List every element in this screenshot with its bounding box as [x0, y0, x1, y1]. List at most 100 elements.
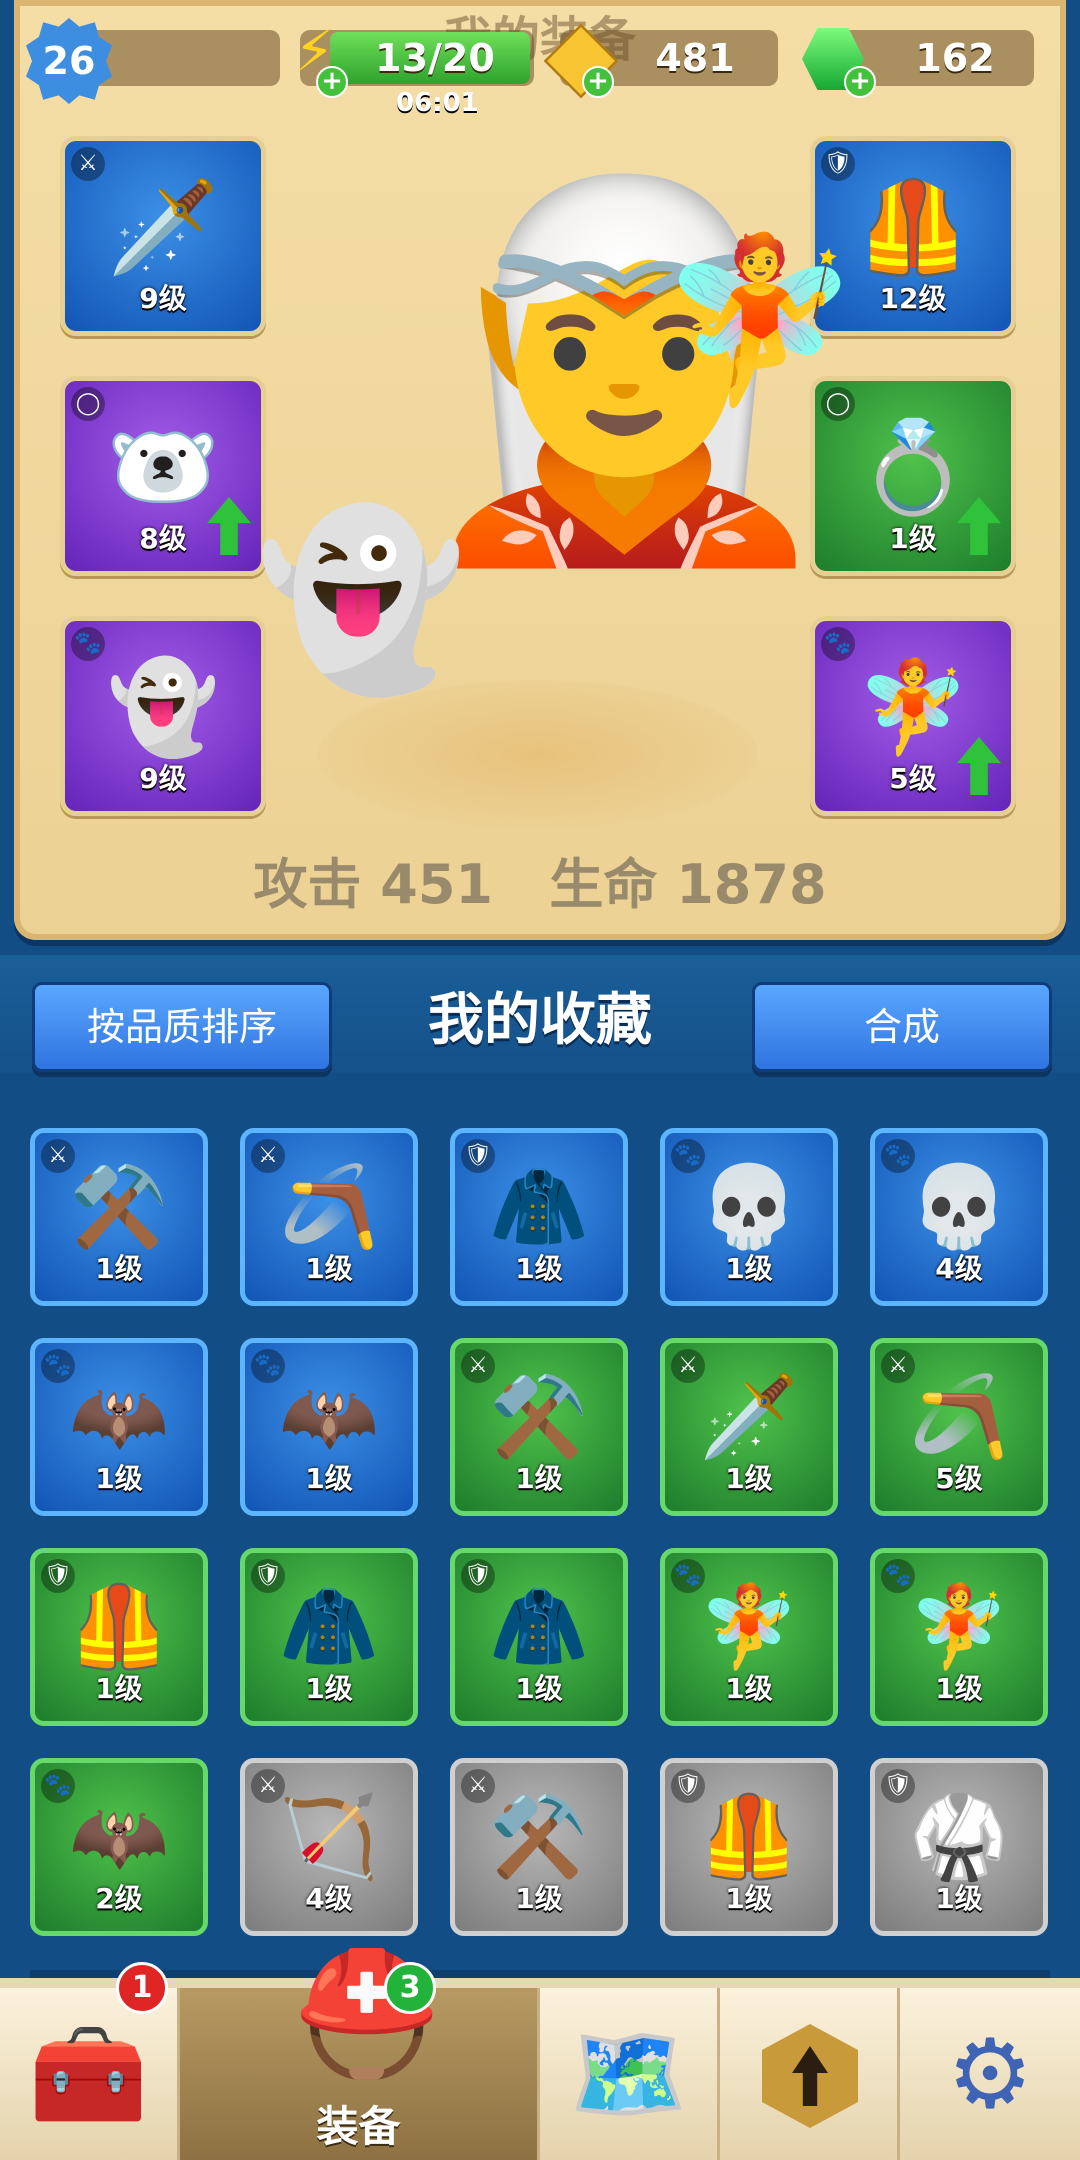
energy-add-button[interactable]: + [316, 66, 348, 98]
item-level: 1级 [305, 1672, 353, 1705]
collection-item[interactable]: 🐾 💀 4级 [870, 1128, 1048, 1306]
bomb-ghost-icon: 💀 [909, 1159, 1009, 1253]
item-level: 1级 [305, 1252, 353, 1285]
fairy-pet-icon: 🧚 [699, 1579, 799, 1673]
bat-eye-icon: 🦇 [69, 1369, 169, 1463]
item-level: 1级 [935, 1882, 983, 1915]
item-level: 1级 [515, 1252, 563, 1285]
gem-add-button[interactable]: + [844, 66, 876, 98]
fairy-pet-icon: 🧚 [856, 655, 970, 761]
equip-slot-left-0[interactable]: ⚔ 🗡️ 9级 [60, 136, 266, 336]
item-level: 5级 [935, 1462, 983, 1495]
item-level: 1级 [95, 1672, 143, 1705]
attack-label: 攻击 [253, 853, 362, 916]
chest-notification-badge: 1 [116, 1962, 168, 2014]
treasure-chest-icon: 🧰 [28, 2018, 149, 2130]
sword-icon: 🗡️ [699, 1369, 799, 1463]
collection-item[interactable]: 🐾 🦇 2级 [30, 1758, 208, 1936]
nav-settings-tab[interactable]: ⚙ [900, 1988, 1080, 2160]
bear-ring-icon: 🐻‍❄️ [106, 415, 220, 521]
cape-armor-icon: 🧥 [489, 1159, 589, 1253]
mage-robe-icon: 🥋 [909, 1789, 1009, 1883]
treasure-map-icon: 🗺️ [568, 2018, 689, 2130]
item-level: 9级 [139, 762, 187, 795]
gold-add-button[interactable]: + [582, 66, 614, 98]
nav-upgrade-tab[interactable] [720, 1988, 900, 2160]
boomerang-icon: 🪃 [279, 1159, 379, 1253]
item-level: 1级 [305, 1462, 353, 1495]
collection-item[interactable]: 🛡 🦺 1级 [30, 1548, 208, 1726]
item-level: 1级 [725, 1462, 773, 1495]
bow-icon: 🏹 [279, 1789, 379, 1883]
item-level: 1级 [515, 1672, 563, 1705]
equip-slot-left-2[interactable]: 🐾 👻 9级 [60, 616, 266, 816]
nav-map-tab[interactable]: 🗺️ [540, 1988, 720, 2160]
collection-item[interactable]: ⚔ ⚒️ 1级 [450, 1758, 628, 1936]
collection-item[interactable]: ⚔ 🪃 5级 [870, 1338, 1048, 1516]
slot-type-icon: ⚔ [71, 147, 105, 181]
reaper-companion: 👻 [255, 501, 467, 699]
slot-type-icon: 🐾 [71, 627, 105, 661]
scythe-icon: ⚒️ [69, 1159, 169, 1253]
collection-item[interactable]: ⚔ ⚒️ 1级 [450, 1338, 628, 1516]
collection-item[interactable]: 🐾 🦇 1级 [30, 1338, 208, 1516]
equipment-notification-badge: 3 [384, 1962, 436, 2014]
item-level: 1级 [95, 1252, 143, 1285]
bomb-ghost-icon: 💀 [699, 1159, 799, 1253]
gold-armor-icon: 🦺 [699, 1789, 799, 1883]
collection-item[interactable]: 🐾 🧚 1级 [660, 1548, 838, 1726]
item-level: 1级 [725, 1882, 773, 1915]
hero-stage [318, 680, 758, 830]
cape-armor-icon: 🧥 [489, 1579, 589, 1673]
gem-value: 162 [915, 36, 995, 80]
cape-armor-icon: 🧥 [279, 1579, 379, 1673]
collection-item[interactable]: ⚔ ⚒️ 1级 [30, 1128, 208, 1306]
equip-slot-left-1[interactable]: ◯ 🐻‍❄️ 8级 [60, 376, 266, 576]
collection-item[interactable]: 🐾 💀 1级 [660, 1128, 838, 1306]
gear-icon: ⚙ [946, 2018, 1034, 2130]
collection-item[interactable]: 🛡 🧥 1级 [450, 1548, 628, 1726]
combine-button[interactable]: 合成 [752, 982, 1052, 1072]
gold-armor-icon: 🦺 [856, 175, 970, 281]
collection-item[interactable]: 🛡 🥋 1级 [870, 1758, 1048, 1936]
item-level: 2级 [95, 1882, 143, 1915]
collection-item[interactable]: ⚔ 🏹 4级 [240, 1758, 418, 1936]
sword-icon: 🗡️ [106, 175, 220, 281]
item-level: 1级 [725, 1252, 773, 1285]
equip-slot-right-2[interactable]: 🐾 🧚 5级 [810, 616, 1016, 816]
hp-label: 生命 [549, 853, 658, 916]
item-level: 9级 [139, 282, 187, 315]
item-level: 4级 [935, 1252, 983, 1285]
nav-chest-tab[interactable]: 🧰 [0, 1988, 180, 2160]
eagle-ring-icon: 💍 [856, 415, 970, 521]
energy-timer: 06:01 [396, 88, 479, 118]
collection-item[interactable]: ⚔ 🪃 1级 [240, 1128, 418, 1306]
hp-value: 1878 [676, 853, 827, 916]
collection-item[interactable]: 🐾 🧚 1级 [870, 1548, 1048, 1726]
hero-stats: 攻击 451 生命 1878 [0, 840, 1080, 919]
boomerang-icon: 🪃 [909, 1369, 1009, 1463]
collection-item[interactable]: ⚔ 🗡️ 1级 [660, 1338, 838, 1516]
slot-type-icon: ◯ [71, 387, 105, 421]
scythe-icon: ⚒️ [489, 1789, 589, 1883]
item-level: 1级 [515, 1882, 563, 1915]
scythe-icon: ⚒️ [489, 1369, 589, 1463]
collection-item[interactable]: 🐾 🦇 1级 [240, 1338, 418, 1516]
fairy-pet-icon: 🧚 [909, 1579, 1009, 1673]
attack-value: 451 [380, 853, 494, 916]
item-level: 1级 [95, 1462, 143, 1495]
slot-type-icon: 🐾 [821, 627, 855, 661]
collection-item[interactable]: 🛡 🦺 1级 [660, 1758, 838, 1936]
reaper-pet-icon: 👻 [106, 655, 220, 761]
gold-value: 481 [655, 36, 735, 80]
fairy-companion: 🧚 [660, 226, 860, 413]
collection-item[interactable]: 🛡 🧥 1级 [240, 1548, 418, 1726]
collection-item[interactable]: 🛡 🧥 1级 [450, 1128, 628, 1306]
leather-vest-icon: 🦺 [69, 1579, 169, 1673]
item-level: 1级 [725, 1672, 773, 1705]
bat-eye-icon: 🦇 [69, 1789, 169, 1883]
energy-value: 13/20 [375, 36, 495, 80]
item-level: 1级 [515, 1462, 563, 1495]
bat-eye-icon: 🦇 [279, 1369, 379, 1463]
nav-equipment-label: 装备 [316, 2102, 401, 2151]
